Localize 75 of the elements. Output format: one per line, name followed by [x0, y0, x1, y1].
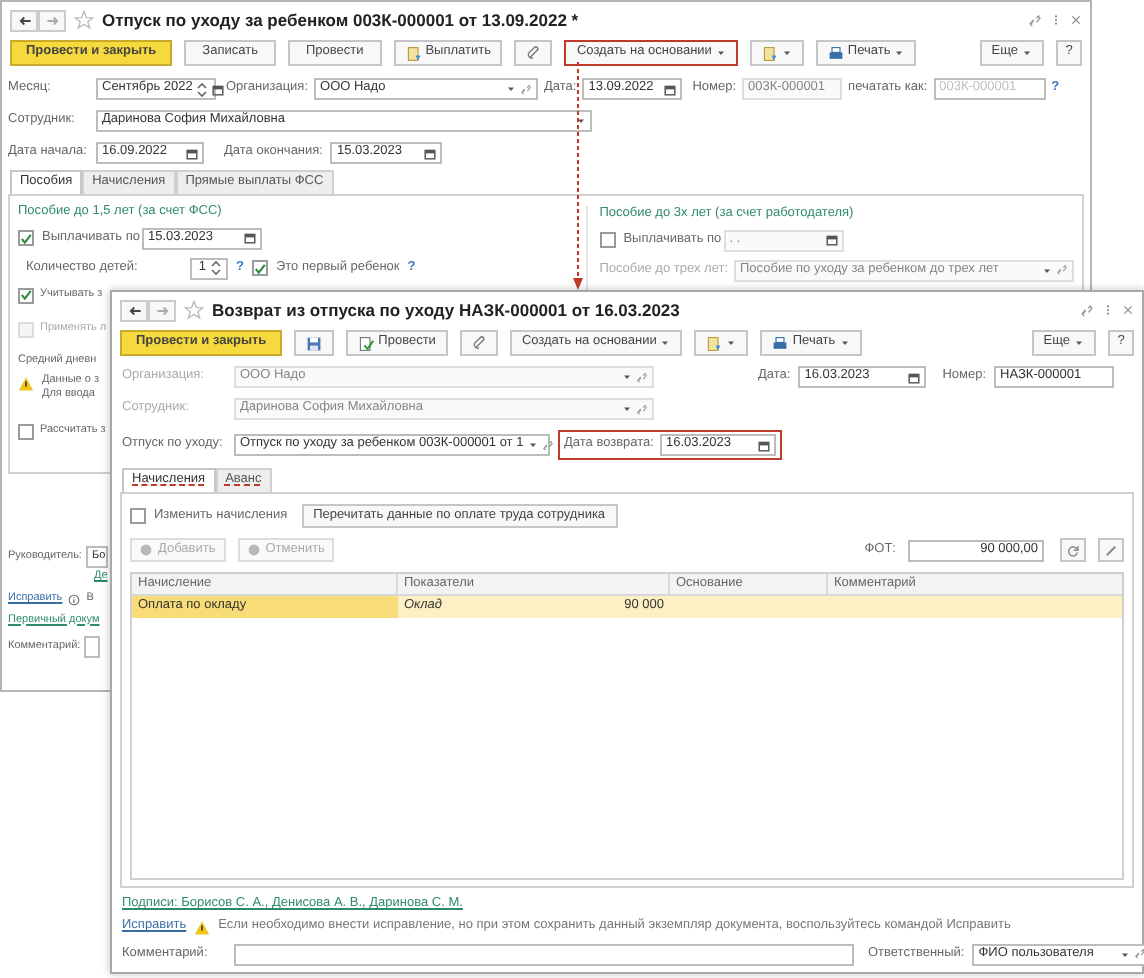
warning-icon — [194, 919, 211, 935]
window-title: Отпуск по уходу за ребенком 003К-000001 от 13.09.2022 * — [102, 11, 579, 29]
paperclip-icon — [526, 46, 541, 60]
pencil-icon — [1104, 543, 1118, 557]
link-icon — [636, 403, 648, 415]
caret-icon — [715, 48, 726, 58]
caret-icon — [576, 116, 586, 126]
spinner-icon — [210, 258, 222, 278]
link-icon — [1056, 264, 1068, 276]
circle-icon — [140, 544, 152, 556]
paperclip-icon — [471, 336, 486, 350]
document-icon — [761, 45, 778, 61]
document-icon — [706, 335, 723, 351]
star-icon — [184, 300, 204, 320]
save-button[interactable] — [294, 330, 335, 356]
calendar-icon — [424, 147, 437, 159]
back-button[interactable] — [120, 299, 148, 321]
calendar-icon — [908, 371, 921, 383]
input-field[interactable] — [84, 636, 101, 658]
checkbox[interactable] — [251, 260, 268, 276]
checkbox[interactable] — [18, 287, 34, 303]
circle-icon — [247, 544, 260, 556]
link-icon — [1080, 303, 1094, 317]
input-field[interactable] — [234, 943, 854, 965]
printer-icon — [772, 335, 789, 351]
arrow-left-icon — [17, 13, 31, 27]
caret-icon — [726, 338, 737, 348]
link-icon — [636, 371, 648, 383]
link-icon — [520, 83, 533, 95]
checkbox[interactable] — [599, 232, 616, 248]
link-icon — [1134, 948, 1144, 960]
warning-icon — [18, 376, 34, 392]
caret-icon — [506, 84, 517, 94]
refresh-button[interactable] — [1060, 538, 1086, 562]
calendar-icon — [757, 439, 770, 451]
documents-menu-button[interactable] — [749, 40, 804, 66]
caret-icon — [839, 338, 850, 348]
arrow-left-icon — [127, 303, 141, 317]
spinner-icon — [196, 79, 209, 99]
caret-icon — [622, 372, 632, 382]
close-icon — [1070, 14, 1082, 26]
attach-button[interactable] — [514, 40, 553, 66]
printer-icon — [827, 45, 844, 61]
back-button[interactable] — [10, 9, 38, 31]
document-icon — [405, 45, 422, 61]
document-icon — [358, 335, 375, 351]
edit-button[interactable] — [1098, 538, 1124, 562]
info-icon — [68, 593, 81, 605]
arrow-right-icon — [155, 303, 169, 317]
star-icon — [74, 10, 94, 30]
calendar-icon — [186, 147, 198, 159]
checkbox[interactable] — [18, 424, 34, 440]
calendar-icon — [825, 234, 838, 246]
documents-menu-button[interactable] — [694, 330, 749, 356]
caret-icon — [527, 440, 538, 450]
calendar-icon — [212, 83, 225, 95]
attach-button[interactable] — [459, 330, 498, 356]
caret-icon — [660, 338, 671, 348]
refresh-icon — [1066, 543, 1080, 557]
checkbox[interactable] — [18, 230, 34, 246]
caret-icon — [622, 404, 632, 414]
arrow-right-icon — [45, 13, 59, 27]
close-icon — [1122, 304, 1134, 316]
calendar-icon — [244, 232, 256, 244]
link-icon — [541, 439, 554, 451]
link-icon — [1028, 13, 1042, 27]
window-title: Возврат из отпуска по уходу НАЗК-000001 от 16.03.2023 — [212, 301, 680, 319]
caret-icon — [894, 48, 905, 58]
caret-icon — [1074, 338, 1084, 348]
caret-icon — [1120, 949, 1131, 959]
caret-icon — [781, 48, 792, 58]
calendar-icon — [664, 83, 677, 95]
caret-icon — [1022, 48, 1032, 58]
checkbox[interactable] — [130, 508, 146, 524]
caret-icon — [1042, 265, 1052, 275]
